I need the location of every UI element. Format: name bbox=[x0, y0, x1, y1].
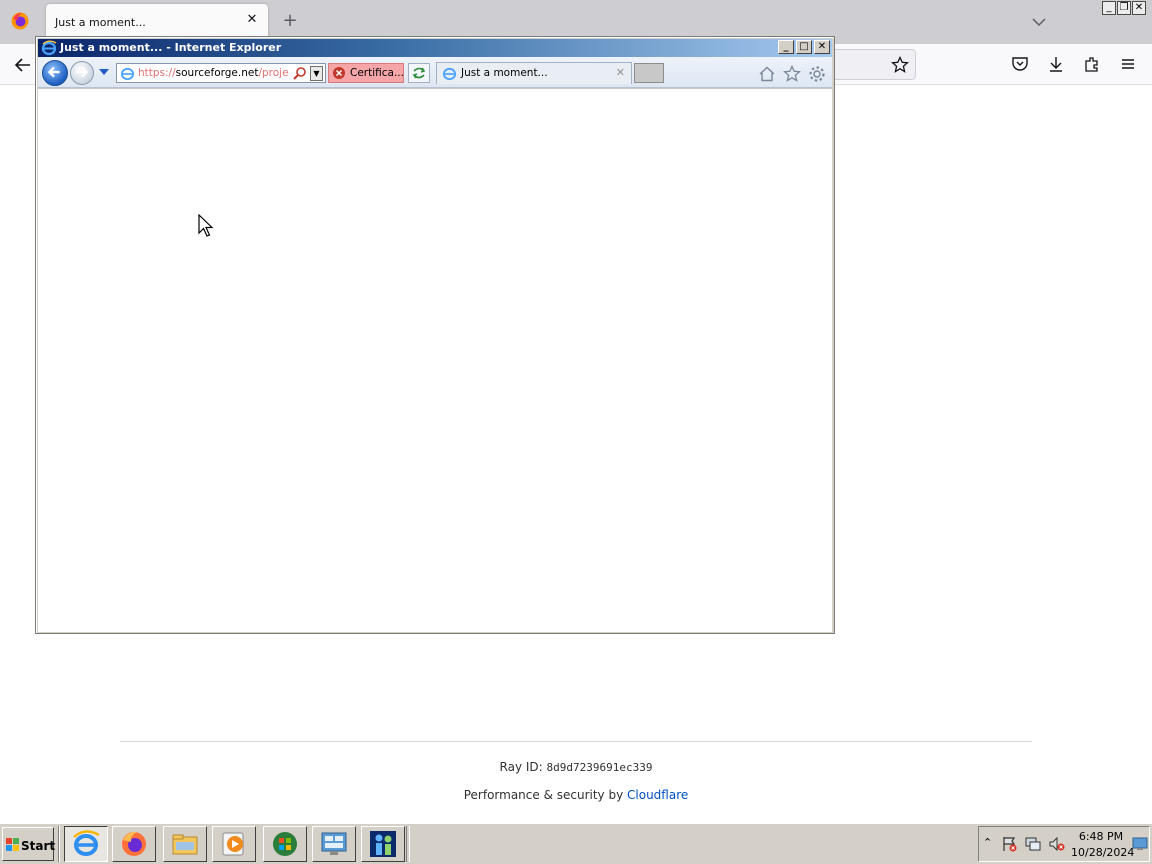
ie-url-text[interactable]: https://sourceforge.net/projec bbox=[138, 67, 288, 79]
taskbar-file-explorer[interactable] bbox=[163, 826, 207, 862]
restore-icon[interactable]: ❐ bbox=[1117, 1, 1131, 15]
action-center-flag-icon[interactable] bbox=[1001, 835, 1019, 853]
system-tray: ⌃ 6:48 PM 10/28/2024 bbox=[978, 826, 1150, 862]
back-arrow-icon[interactable] bbox=[12, 54, 34, 76]
volume-muted-icon[interactable] bbox=[1048, 835, 1066, 853]
search-icon[interactable] bbox=[292, 66, 307, 81]
taskbar-users[interactable] bbox=[361, 826, 405, 862]
bookmark-star-icon[interactable] bbox=[891, 56, 909, 74]
performance-text: Performance & security by bbox=[463, 788, 628, 802]
ie-back-button[interactable] bbox=[42, 60, 68, 86]
extensions-icon[interactable] bbox=[1083, 55, 1101, 73]
back-arrow-icon bbox=[47, 66, 60, 78]
close-tab-icon[interactable]: ✕ bbox=[244, 12, 260, 28]
ie-refresh-button[interactable] bbox=[408, 63, 430, 83]
shield-error-icon bbox=[333, 67, 345, 79]
url-bar[interactable] bbox=[826, 49, 916, 80]
ie-window-title: Just a moment... - Internet Explorer bbox=[60, 41, 282, 54]
firefox-logo-icon[interactable] bbox=[10, 11, 30, 31]
start-label: Start bbox=[21, 839, 56, 853]
ie-tab-title: Just a moment... bbox=[461, 67, 548, 79]
certificate-error-button[interactable]: Certifica... bbox=[328, 63, 404, 83]
close-icon[interactable]: ✕ bbox=[814, 40, 830, 54]
show-desktop-icon[interactable] bbox=[1132, 837, 1148, 851]
ie-title-bar[interactable]: Just a moment... - Internet Explorer _ □… bbox=[38, 39, 832, 57]
screen: Just a moment... ✕ + _ ❐ ✕ Ray ID: 8d9d7… bbox=[0, 0, 1152, 864]
close-icon[interactable]: ✕ bbox=[1132, 1, 1146, 15]
taskbar-internet-explorer[interactable] bbox=[64, 826, 108, 862]
minimize-icon[interactable]: _ bbox=[1102, 1, 1116, 15]
ie-page-content[interactable] bbox=[38, 88, 832, 632]
cloudflare-link[interactable]: Cloudflare bbox=[627, 788, 688, 802]
internet-explorer-icon bbox=[73, 830, 100, 856]
ie-toolbar: https://sourceforge.net/projec ▼ Certifi… bbox=[38, 57, 832, 88]
favorites-star-icon[interactable] bbox=[783, 65, 801, 83]
list-all-tabs-icon[interactable] bbox=[1030, 13, 1048, 31]
ray-id-label: Ray ID: bbox=[499, 760, 547, 774]
windows-logo-icon bbox=[6, 838, 19, 851]
pocket-icon[interactable] bbox=[1011, 55, 1029, 73]
taskbar-control-panel[interactable] bbox=[312, 826, 356, 862]
refresh-icon bbox=[412, 67, 426, 79]
mouse-cursor-icon bbox=[198, 214, 214, 237]
taskbar-windows-update[interactable] bbox=[263, 826, 307, 862]
taskbar-separator bbox=[406, 826, 410, 862]
start-button[interactable]: Start bbox=[2, 827, 56, 861]
internet-explorer-window: Just a moment... - Internet Explorer _ □… bbox=[35, 36, 835, 634]
home-icon[interactable] bbox=[758, 65, 776, 83]
ie-address-bar[interactable]: https://sourceforge.net/projec ▼ bbox=[116, 63, 326, 83]
show-hidden-icons-button[interactable]: ⌃ bbox=[983, 836, 993, 850]
url-host: sourceforge.net bbox=[175, 67, 259, 79]
internet-explorer-icon bbox=[41, 40, 57, 56]
clock-date[interactable]: 10/28/2024 bbox=[1071, 846, 1134, 859]
users-icon bbox=[370, 831, 396, 857]
ray-id-line: Ray ID: 8d9d7239691ec339 bbox=[0, 760, 1152, 774]
forward-arrow-icon bbox=[76, 66, 89, 78]
certificate-error-label: Certifica... bbox=[350, 67, 404, 79]
internet-explorer-icon bbox=[442, 67, 457, 81]
new-tab-button[interactable]: + bbox=[280, 11, 300, 31]
taskbar: Start ⌃ 6:48 PM 10/28/2024 bbox=[0, 822, 1152, 864]
windows-orb-icon bbox=[273, 832, 297, 856]
taskbar-media-player[interactable] bbox=[212, 826, 256, 862]
maximize-icon[interactable]: □ bbox=[796, 40, 812, 54]
recent-pages-dropdown-icon[interactable] bbox=[98, 67, 110, 77]
firefox-window-controls: _ ❐ ✕ bbox=[1102, 1, 1146, 15]
ray-id-value: 8d9d7239691ec339 bbox=[546, 761, 653, 774]
minimize-icon[interactable]: _ bbox=[778, 40, 794, 54]
media-player-icon bbox=[222, 832, 244, 856]
taskbar-separator bbox=[58, 826, 60, 862]
footer-divider bbox=[120, 741, 1032, 742]
downloads-icon[interactable] bbox=[1047, 55, 1065, 73]
tools-gear-icon[interactable] bbox=[808, 65, 826, 83]
close-tab-icon[interactable]: ✕ bbox=[616, 66, 625, 79]
control-panel-icon bbox=[321, 832, 347, 855]
url-scheme: https:// bbox=[138, 67, 176, 79]
ie-forward-button[interactable] bbox=[70, 61, 94, 85]
network-icon[interactable] bbox=[1024, 835, 1042, 853]
clock-time[interactable]: 6:48 PM bbox=[1071, 830, 1131, 843]
firefox-tab-title: Just a moment... bbox=[55, 16, 146, 29]
address-dropdown-icon[interactable]: ▼ bbox=[310, 66, 323, 81]
taskbar-firefox[interactable] bbox=[112, 826, 156, 862]
firefox-icon bbox=[122, 831, 146, 856]
ie-tab[interactable]: Just a moment... ✕ bbox=[436, 62, 632, 84]
ie-new-tab-button[interactable] bbox=[634, 63, 664, 83]
menu-hamburger-icon[interactable] bbox=[1119, 55, 1137, 73]
performance-line: Performance & security by Cloudflare bbox=[0, 788, 1152, 802]
url-path: /projec bbox=[258, 67, 288, 79]
file-explorer-icon bbox=[172, 834, 198, 855]
ie-window-controls: _ □ ✕ bbox=[778, 40, 830, 54]
internet-explorer-icon bbox=[120, 67, 135, 81]
